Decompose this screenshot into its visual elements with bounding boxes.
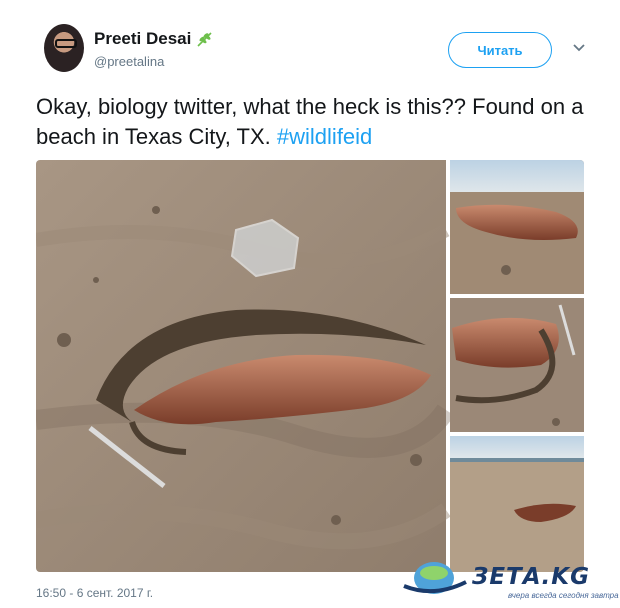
thumb-photo-1[interactable]	[450, 160, 584, 294]
chevron-down-icon[interactable]	[572, 40, 586, 54]
name-row: Preeti Desai	[94, 29, 215, 49]
main-photo[interactable]	[36, 160, 455, 572]
handle[interactable]: @preetalina	[94, 54, 164, 69]
display-name[interactable]: Preeti Desai	[94, 29, 191, 49]
tweet-text: Okay, biology twitter, what the heck is …	[36, 92, 596, 152]
thumb-photo-2[interactable]	[450, 298, 584, 432]
watermark-brand: ЗЕТА.KG	[472, 564, 590, 590]
media-grid	[36, 160, 584, 572]
tweet-timestamp[interactable]: 16:50 - 6 сент. 2017 г.	[36, 586, 153, 600]
seedling-icon	[197, 32, 212, 47]
thumb-photo-3[interactable]	[450, 436, 584, 572]
avatar[interactable]	[44, 24, 84, 72]
watermark-logo: ЗЕТА.KG вчера всегда сегодня завтра	[400, 556, 619, 604]
tweet-header: Preeti Desai @preetalina Читать	[44, 24, 592, 76]
watermark-tagline: вчера всегда сегодня завтра	[508, 591, 619, 600]
follow-button[interactable]: Читать	[448, 32, 552, 68]
hashtag-link[interactable]: #wildlifeid	[277, 124, 372, 149]
globe-icon	[403, 562, 467, 594]
